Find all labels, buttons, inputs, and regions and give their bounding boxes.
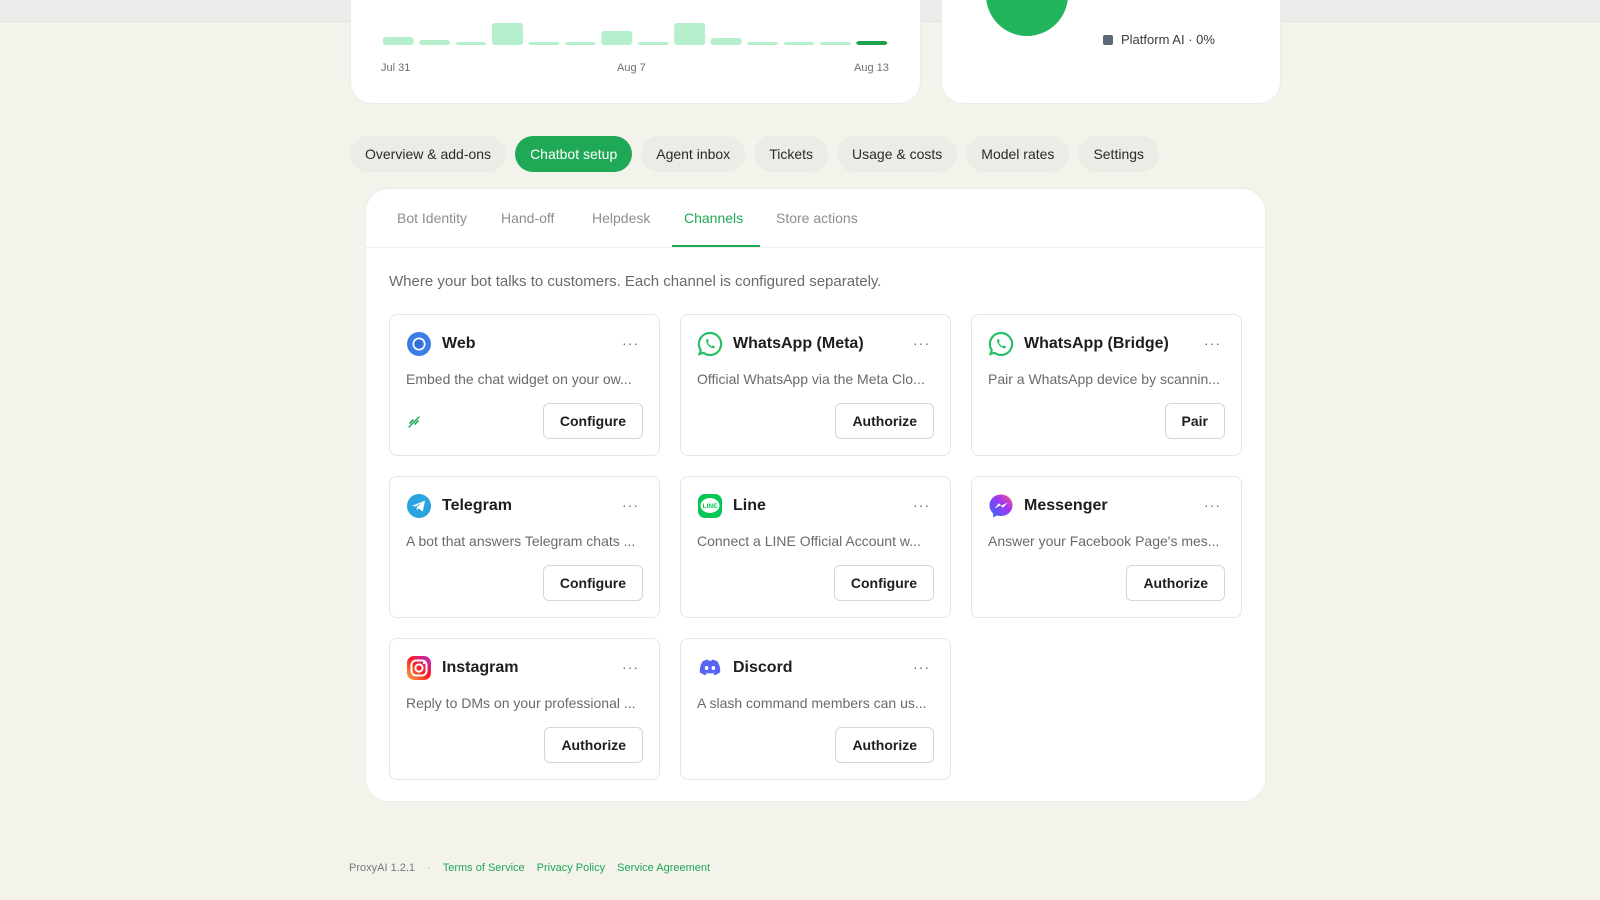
usage-bar-aug-11 [783,42,815,45]
configure-button[interactable]: Configure [542,565,643,601]
usage-bar-aug-3 [492,23,523,45]
more-options-icon[interactable]: ··· [622,497,639,513]
subtab-helpdesk[interactable]: Helpdesk [592,210,650,226]
telegram-icon [407,494,431,518]
legend-swatch [1103,34,1113,45]
subtab-store-actions[interactable]: Store actions [776,210,858,226]
channel-card-discord: Discord ··· A slash command members can … [680,638,951,780]
subtab-hand-off[interactable]: Hand-off [501,210,554,226]
channel-name: Web [442,335,476,352]
channel-description: Pair a WhatsApp device by scannin... [988,371,1220,387]
authorize-button[interactable]: Authorize [835,727,934,763]
tab-agent-inbox[interactable]: Agent inbox [641,136,746,172]
channel-description: Answer your Facebook Page's mes... [988,533,1220,549]
usage-bar-aug-1 [419,40,451,45]
tab-tickets[interactable]: Tickets [754,136,829,172]
channel-description: Reply to DMs on your professional ... [406,695,636,711]
line-icon-text: LINE [703,503,718,510]
line-icon: LINE [698,494,722,518]
tab-overview-add-ons[interactable]: Overview & add-ons [350,136,507,172]
more-options-icon[interactable]: ··· [622,335,639,351]
channel-card-telegram: Telegram ··· A bot that answers Telegram… [389,476,660,618]
channel-description: Embed the chat widget on your ow... [406,371,632,387]
configure-button[interactable]: Configure [833,565,934,601]
channel-name: WhatsApp (Bridge) [1024,335,1169,352]
channel-name: WhatsApp (Meta) [733,335,864,352]
link-off-icon [408,416,420,428]
main-tabs: Overview & add-ons Chatbot setup Agent i… [350,136,1160,172]
subtab-channels[interactable]: Channels [684,210,743,226]
more-options-icon[interactable]: ··· [913,497,930,513]
footer: ProxyAI 1.2.1 · Terms of Service Privacy… [349,862,710,874]
usage-bar-chart [382,23,888,45]
chatbot-setup-panel: Bot Identity Hand-off Helpdesk Channels … [365,188,1266,802]
x-tick-label: Jul 31 [381,62,411,74]
usage-bar-aug-8 [674,23,706,45]
usage-bar-aug-4 [528,42,560,45]
more-options-icon[interactable]: ··· [1204,497,1221,513]
usage-bar-aug-10 [747,42,778,45]
channel-card-whatsapp-meta: WhatsApp (Meta) ··· Official WhatsApp vi… [680,314,951,456]
authorize-button[interactable]: Authorize [544,727,643,763]
channel-card-web: Web ··· Embed the chat widget on your ow… [389,314,660,456]
authorize-button[interactable]: Authorize [1126,565,1225,601]
more-options-icon[interactable]: ··· [622,659,639,675]
usage-bar-aug-12 [819,42,851,45]
legend-label: Platform AI · 0% [1121,32,1215,47]
channel-description: A bot that answers Telegram chats ... [406,533,636,549]
more-options-icon[interactable]: ··· [913,659,930,675]
chrome-icon [407,332,431,356]
channel-description: Connect a LINE Official Account w... [697,533,921,549]
channel-name: Telegram [442,497,512,514]
discord-icon [699,659,721,676]
channels-description: Where your bot talks to customers. Each … [389,273,882,290]
app-version: ProxyAI 1.2.1 [349,862,416,874]
usage-bar-aug-6 [601,31,633,45]
tab-chatbot-setup[interactable]: Chatbot setup [515,136,633,172]
channel-name: Instagram [442,659,519,676]
whatsapp-icon [988,331,1014,357]
tab-model-rates[interactable]: Model rates [966,136,1070,172]
subtab-bot-identity[interactable]: Bot Identity [397,210,467,226]
instagram-icon [407,656,431,680]
usage-bar-aug-13 [856,41,888,45]
x-tick-label: Aug 7 [617,62,646,74]
channel-name: Discord [733,659,793,676]
usage-bar-aug-2 [455,42,487,45]
configure-button[interactable]: Configure [542,403,643,439]
footer-separator: · [427,862,431,874]
x-tick-label: Aug 13 [854,62,889,74]
active-subtab-indicator [672,245,760,247]
messenger-icon [989,494,1013,518]
usage-bar-aug-9 [710,38,742,45]
more-options-icon[interactable]: ··· [913,335,930,351]
usage-bar-aug-7 [637,42,669,45]
usage-bar-jul-31 [382,37,414,45]
whatsapp-icon [697,331,723,357]
subtabs: Bot Identity Hand-off Helpdesk Channels … [366,189,1265,248]
tab-settings[interactable]: Settings [1078,136,1160,172]
pair-button[interactable]: Pair [1164,403,1225,439]
terms-of-service-link[interactable]: Terms of Service [443,862,525,874]
channel-name: Messenger [1024,497,1108,514]
channel-description: A slash command members can us... [697,695,927,711]
authorize-button[interactable]: Authorize [835,403,934,439]
channel-name: Line [733,497,766,514]
channel-card-line: LINE Line ··· Connect a LINE Official Ac… [680,476,951,618]
usage-bar-aug-5 [564,42,596,45]
channel-card-messenger: Messenger ··· Answer your Facebook Page'… [971,476,1242,618]
channel-description: Official WhatsApp via the Meta Clo... [697,371,925,387]
more-options-icon[interactable]: ··· [1204,335,1221,351]
service-agreement-link[interactable]: Service Agreement [617,862,710,874]
channel-card-instagram: Instagram ··· Reply to DMs on your profe… [389,638,660,780]
tab-usage-costs[interactable]: Usage & costs [837,136,958,172]
privacy-policy-link[interactable]: Privacy Policy [537,862,605,874]
usage-chart-card [350,0,921,104]
channel-card-whatsapp-bridge: WhatsApp (Bridge) ··· Pair a WhatsApp de… [971,314,1242,456]
legend-item: Platform AI · 0% [1103,32,1215,47]
